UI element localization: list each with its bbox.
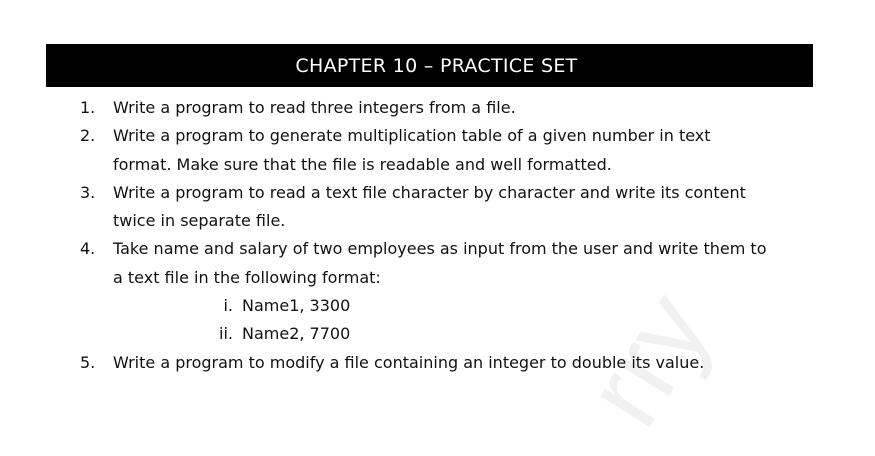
item-number: 1. [80,98,96,117]
item-line: Write a program to read a text file char… [113,182,746,202]
item-number: 2. [80,126,96,146]
list-item: 4. Take name and salary of two employees… [80,235,820,348]
item-line: format. Make sure that the file is reada… [113,154,612,174]
practice-list: 1. Write a program to read three integer… [80,94,820,377]
item-text: Write a program to generate multiplicati… [113,122,820,179]
list-item: 2. Write a program to generate multiplic… [80,122,820,179]
item-line: Take name and salary of two employees as… [113,239,767,259]
item-line: Write a program to generate multiplicati… [113,126,711,146]
list-item: 5. Write a program to modify a file cont… [80,349,820,377]
item-number: 5. [80,352,96,372]
chapter-title: CHAPTER 10 – PRACTICE SET [295,54,578,77]
sub-list-item: ii. Name2, 7700 [201,320,820,348]
item-line: twice in separate file. [113,211,286,231]
item-line: Write a program to modify a file contain… [113,352,705,372]
item-text: Write a program to read three integers f… [113,94,820,122]
item-text: Write a program to read a text file char… [113,179,820,236]
item-text: Take name and salary of two employees as… [113,235,820,348]
item-number: 3. [80,182,96,202]
sub-item-text: Name1, 3300 [242,296,351,316]
list-item: 3. Write a program to read a text file c… [80,179,820,236]
sub-item-number: ii. [219,324,233,344]
list-item: 1. Write a program to read three integer… [80,94,820,122]
item-number: 4. [80,239,96,259]
sub-item-number: i. [223,296,233,316]
sub-list-item: i. Name1, 3300 [201,292,820,320]
item-line: Write a program to read three integers f… [113,98,516,117]
item-text: Write a program to modify a file contain… [113,349,820,377]
sub-item-text: Name2, 7700 [242,324,351,344]
item-line: a text file in the following format: [113,267,381,287]
chapter-header-bar: CHAPTER 10 – PRACTICE SET [46,44,813,87]
